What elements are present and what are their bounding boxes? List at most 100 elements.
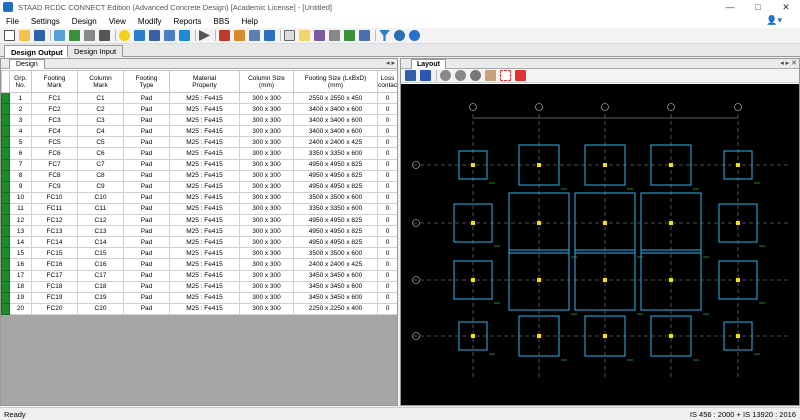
drawing-icon[interactable]: [234, 30, 245, 41]
run-icon[interactable]: [199, 30, 210, 41]
foundation-plan[interactable]: [401, 84, 799, 405]
table-row[interactable]: 15 FC15 C15 Pad M25 : Fe415 300 x 300 3500 x 3…: [1, 247, 397, 260]
search-icon[interactable]: [394, 30, 405, 41]
row-selector[interactable]: [1, 103, 10, 116]
column-header[interactable]: Grp. No.: [9, 70, 32, 93]
save-icon[interactable]: [34, 30, 45, 41]
table-row[interactable]: 12 FC12 C12 Pad M25 : Fe415 300 x 300 4950 x 4…: [1, 214, 397, 227]
table-row[interactable]: 3 FC3 C3 Pad M25 : Fe415 300 x 300 3400 x 3400…: [1, 114, 397, 127]
table-row[interactable]: 4 FC4 C4 Pad M25 : Fe415 300 x 300 3400 x 3400…: [1, 125, 397, 138]
import-icon[interactable]: [54, 30, 65, 41]
save-icon[interactable]: [405, 70, 416, 81]
zoom-window-icon[interactable]: [470, 70, 481, 81]
menu-bbs[interactable]: BBS: [207, 17, 235, 26]
select-box-icon[interactable]: [500, 70, 511, 81]
column-header[interactable]: Column Size (mm): [239, 70, 294, 93]
column-header[interactable]: Column Mark: [77, 70, 124, 93]
row-selector[interactable]: [1, 302, 10, 315]
maximize-button[interactable]: □: [744, 0, 772, 14]
floor-icon[interactable]: [179, 30, 190, 41]
row-selector[interactable]: [1, 125, 10, 138]
row-selector[interactable]: [1, 158, 10, 171]
subtab-design[interactable]: Design: [9, 59, 45, 69]
row-selector[interactable]: [1, 236, 10, 249]
table-row[interactable]: 18 FC18 C18 Pad M25 : Fe415 300 x 300 3450 x 3…: [1, 280, 397, 293]
tab-design-input[interactable]: Design Input: [67, 45, 124, 57]
table-row[interactable]: 20 FC20 C20 Pad M25 : Fe415 300 x 300 2250 x 2…: [1, 302, 397, 315]
row-selector[interactable]: [1, 258, 10, 271]
document-icon[interactable]: [299, 30, 310, 41]
minimize-button[interactable]: —: [716, 0, 744, 14]
table-row[interactable]: 16 FC16 C16 Pad M25 : Fe415 300 x 300 2400 x 2…: [1, 258, 397, 271]
row-selector[interactable]: [1, 136, 10, 149]
table-row[interactable]: 5 FC5 C5 Pad M25 : Fe415 300 x 300 2400 x 2400…: [1, 136, 397, 149]
zoom-in-icon[interactable]: [440, 70, 451, 81]
row-selector[interactable]: [1, 280, 10, 293]
row-selector[interactable]: [1, 269, 10, 282]
table-row[interactable]: 8 FC8 C8 Pad M25 : Fe415 300 x 300 4950 x 4950…: [1, 169, 397, 182]
list-icon[interactable]: [329, 30, 340, 41]
export-icon[interactable]: [264, 30, 275, 41]
window-icon[interactable]: [164, 30, 175, 41]
row-selector[interactable]: [1, 180, 10, 193]
table-row[interactable]: 1 FC1 C1 Pad M25 : Fe415 300 x 300 2550 x 2550…: [1, 91, 397, 105]
new-file-icon[interactable]: [4, 30, 15, 41]
zoom-out-icon[interactable]: [455, 70, 466, 81]
help-icon[interactable]: [409, 30, 420, 41]
smiley-icon[interactable]: [119, 30, 130, 41]
table-row[interactable]: 6 FC6 C6 Pad M25 : Fe415 300 x 300 3350 x 3350…: [1, 147, 397, 160]
row-selector[interactable]: [1, 247, 10, 260]
tab-layout[interactable]: Layout: [411, 59, 446, 69]
rebar-icon[interactable]: [314, 30, 325, 41]
row-selector[interactable]: [1, 291, 10, 304]
tab-design-output[interactable]: Design Output: [4, 45, 70, 58]
open-folder-icon[interactable]: [19, 30, 30, 41]
menu-design[interactable]: Design: [66, 17, 103, 26]
table-row[interactable]: 7 FC7 C7 Pad M25 : Fe415 300 x 300 4950 x 4950…: [1, 158, 397, 171]
row-selector[interactable]: [1, 191, 10, 204]
column-header[interactable]: Footing Type: [123, 70, 170, 93]
row-selector[interactable]: [1, 225, 10, 238]
menu-view[interactable]: View: [103, 17, 132, 26]
user-account-icon[interactable]: 👤▾: [766, 15, 782, 26]
menu-file[interactable]: File: [0, 17, 25, 26]
table-row[interactable]: 2 FC2 C2 Pad M25 : Fe415 300 x 300 3400 x 3400…: [1, 103, 397, 116]
row-selector[interactable]: [1, 91, 10, 105]
row-selector[interactable]: [1, 202, 10, 216]
measure-icon[interactable]: [515, 70, 526, 81]
table-row[interactable]: 10 FC10 C10 Pad M25 : Fe415 300 x 300 3500 x 3…: [1, 191, 397, 204]
column-icon[interactable]: [99, 30, 110, 41]
column-header[interactable]: Material Property: [169, 70, 240, 93]
row-selector[interactable]: [1, 147, 10, 160]
table-row[interactable]: 19 FC19 C19 Pad M25 : Fe415 300 x 300 3450 x 3…: [1, 291, 397, 304]
tools-icon[interactable]: [344, 30, 355, 41]
beam-icon[interactable]: [84, 30, 95, 41]
settings-icon[interactable]: [134, 30, 145, 41]
row-selector[interactable]: [1, 169, 10, 182]
menu-help[interactable]: Help: [236, 17, 264, 26]
report-icon[interactable]: [219, 30, 230, 41]
row-selector[interactable]: [1, 214, 10, 227]
close-button[interactable]: ✕: [772, 0, 800, 14]
column-header[interactable]: Loss contac: [377, 70, 397, 93]
copy-icon[interactable]: [284, 30, 295, 41]
column-header[interactable]: Footing Mark: [31, 70, 78, 93]
layout-canvas[interactable]: [401, 84, 799, 405]
table-icon[interactable]: [69, 30, 80, 41]
table-row[interactable]: 17 FC17 C17 Pad M25 : Fe415 300 x 300 3450 x 3…: [1, 269, 397, 282]
column-header[interactable]: Footing Size (LxBxD) (mm): [293, 70, 378, 93]
menu-reports[interactable]: Reports: [167, 17, 207, 26]
table-row[interactable]: 9 FC9 C9 Pad M25 : Fe415 300 x 300 4950 x 4950…: [1, 180, 397, 193]
calculator-icon[interactable]: [359, 30, 370, 41]
table-row[interactable]: 11 FC11 C11 Pad M25 : Fe415 300 x 300 3350 x 3…: [1, 202, 397, 216]
row-selector[interactable]: [1, 114, 10, 127]
pdf-icon[interactable]: [420, 70, 431, 81]
pane-nav-arrows[interactable]: ◂ ▸: [386, 59, 395, 67]
edit-icon[interactable]: [249, 30, 260, 41]
menu-modify[interactable]: Modify: [132, 17, 168, 26]
layout-nav-arrows[interactable]: ◂ ▸ ✕: [780, 59, 797, 67]
table-row[interactable]: 14 FC14 C14 Pad M25 : Fe415 300 x 300 4950 x 4…: [1, 236, 397, 249]
pan-hand-icon[interactable]: [485, 70, 496, 81]
menu-settings[interactable]: Settings: [25, 17, 66, 26]
table-row[interactable]: 13 FC13 C13 Pad M25 : Fe415 300 x 300 4950 x 4…: [1, 225, 397, 238]
